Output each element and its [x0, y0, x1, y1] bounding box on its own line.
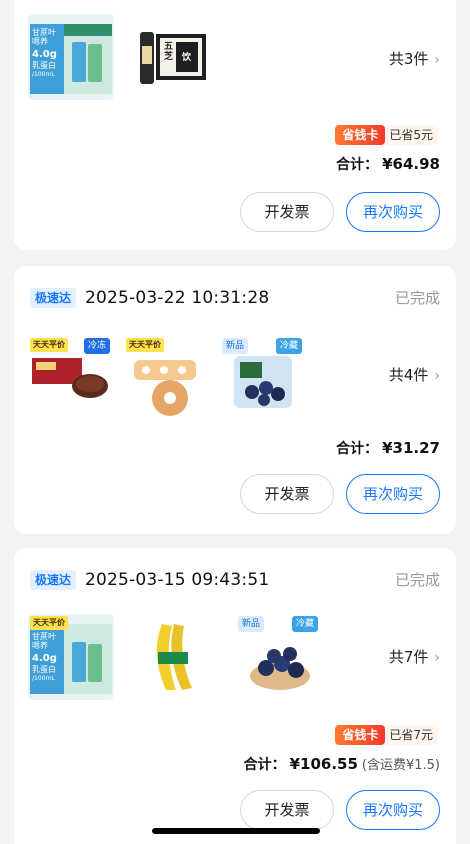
product-thumb-drink-box[interactable]: 五 芝 饮	[128, 14, 214, 100]
chevron-right-icon: ›	[434, 52, 440, 68]
thumb-text: /100mL	[32, 675, 55, 682]
order-header: 极速达 2025-03-15 09:43:51 已完成	[30, 564, 440, 596]
total-label: 合计：	[336, 157, 379, 173]
product-thumb-blueberries[interactable]: 新品 冷藏	[220, 336, 306, 422]
item-count-text: 共7件	[388, 648, 429, 666]
total-label: 合计：	[336, 441, 379, 457]
thumb-text: 4.0g	[32, 49, 57, 60]
thumb-text: 嗯养	[32, 641, 48, 650]
new-tag: 新品	[222, 338, 249, 354]
promo-tag: 天天平价	[30, 616, 68, 630]
item-count-text: 共3件	[388, 50, 429, 68]
invoice-button[interactable]: 开发票	[240, 790, 334, 830]
thumb-text: 乳蛋白	[32, 61, 56, 70]
thumb-text: 嗯养	[32, 37, 48, 46]
order-total: 合计： ¥106.55 (含运费¥1.5)	[244, 752, 440, 778]
invoice-button[interactable]: 开发票	[240, 192, 334, 232]
thumb-text: 五	[164, 42, 174, 52]
item-count[interactable]: 共4件 ›	[389, 364, 440, 387]
product-thumb-milk-box[interactable]: 天天平价 甘蔗叶 嗯养 4.0g 乳蛋白 /100mL	[28, 614, 114, 700]
saved-amount: 已省5元	[385, 124, 438, 145]
product-thumb-blueberries[interactable]: 新品 冷藏	[236, 614, 322, 700]
total-amount: ¥64.98	[382, 155, 440, 173]
order-header: 极速达 2025-03-22 10:31:28 已完成	[30, 282, 440, 314]
order-total: 合计： ¥31.27	[336, 436, 440, 461]
express-delivery-badge: 极速达	[30, 570, 77, 590]
bananas-image	[132, 614, 218, 700]
saver-card-info: 省钱卡 已省5元	[335, 124, 438, 146]
rebuy-button[interactable]: 再次购买	[346, 192, 440, 232]
order-total: 合计： ¥64.98	[336, 152, 440, 177]
order-card[interactable]: 极速达 2025-03-22 10:31:28 已完成 天天平价 冷冻 天天平价	[14, 266, 456, 534]
frozen-tag: 冷冻	[83, 338, 110, 354]
saver-card-info: 省钱卡 已省7元	[335, 724, 438, 746]
thumb-text: 芝	[164, 52, 174, 62]
order-status: 已完成	[394, 289, 440, 307]
order-status: 已完成	[394, 571, 440, 589]
express-delivery-badge: 极速达	[30, 288, 77, 308]
total-amount: ¥106.55	[289, 755, 358, 773]
saved-amount: 已省7元	[385, 724, 438, 745]
item-count-text: 共4件	[388, 366, 429, 384]
chilled-tag: 冷藏	[275, 338, 302, 354]
promo-tag: 天天平价	[30, 338, 68, 352]
chevron-right-icon: ›	[434, 368, 440, 384]
chevron-right-icon: ›	[434, 650, 440, 666]
order-time: 2025-03-15 09:43:51	[85, 570, 270, 590]
order-card[interactable]: 甘蔗叶 嗯养 4.0g 乳蛋白 /100mL 五 芝 饮 共3件 › 省钱卡 已…	[14, 0, 456, 250]
product-thumb-bananas[interactable]	[132, 614, 218, 700]
item-count[interactable]: 共3件 ›	[389, 48, 440, 71]
saver-card-badge: 省钱卡	[335, 724, 386, 745]
thumb-text: 饮	[182, 53, 192, 63]
product-thumb-milk-box[interactable]: 甘蔗叶 嗯养 4.0g 乳蛋白 /100mL	[28, 14, 114, 100]
chilled-tag: 冷藏	[291, 616, 318, 632]
shipping-note: (含运费¥1.5)	[361, 758, 440, 773]
item-count[interactable]: 共7件 ›	[389, 646, 440, 669]
new-tag: 新品	[238, 616, 265, 632]
thumb-text: 甘蔗叶	[32, 632, 56, 641]
product-thumb-bean-paste[interactable]: 天天平价 冷冻	[28, 336, 114, 422]
product-thumb-donuts[interactable]: 天天平价	[124, 336, 210, 422]
rebuy-button[interactable]: 再次购买	[346, 474, 440, 514]
total-amount: ¥31.27	[382, 439, 440, 457]
thumb-text: /100mL	[32, 71, 55, 78]
order-time: 2025-03-22 10:31:28	[85, 288, 270, 308]
order-card[interactable]: 极速达 2025-03-15 09:43:51 已完成 天天平价 甘蔗叶 嗯养 …	[14, 548, 456, 844]
thumb-text: 甘蔗叶	[32, 28, 56, 37]
total-label: 合计：	[243, 757, 286, 773]
saver-card-badge: 省钱卡	[335, 124, 386, 145]
thumb-text: 乳蛋白	[32, 665, 56, 674]
promo-tag: 天天平价	[126, 338, 164, 352]
invoice-button[interactable]: 开发票	[240, 474, 334, 514]
home-indicator[interactable]	[152, 828, 320, 834]
thumb-text: 4.0g	[32, 653, 57, 664]
rebuy-button[interactable]: 再次购买	[346, 790, 440, 830]
order-list-page: 甘蔗叶 嗯养 4.0g 乳蛋白 /100mL 五 芝 饮 共3件 › 省钱卡 已…	[0, 0, 470, 844]
